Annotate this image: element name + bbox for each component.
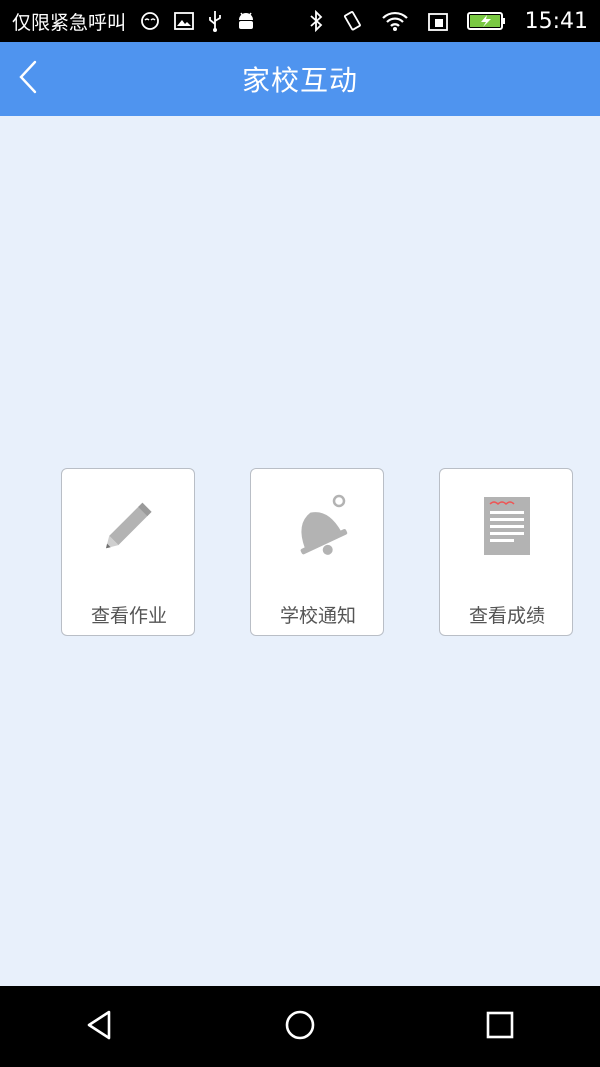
bluetooth-icon (309, 10, 323, 32)
android-icon (236, 10, 256, 32)
function-tiles: 查看作业 学校通知 查看成绩 (61, 468, 573, 636)
home-circle-icon (283, 1008, 317, 1046)
battery-charging-icon (466, 10, 507, 32)
vibrate-icon (341, 10, 363, 32)
back-button[interactable] (0, 42, 56, 116)
clock: 15:41 (524, 8, 588, 34)
status-left: 仅限紧急呼叫 (12, 8, 309, 35)
page-title: 家校互动 (241, 64, 358, 97)
nav-home-button[interactable] (260, 986, 340, 1067)
homework-tile[interactable]: 查看作业 (61, 468, 195, 636)
report-icon (440, 491, 574, 561)
notice-label: 学校通知 (279, 605, 356, 627)
homework-label: 查看作业 (90, 605, 167, 627)
notice-tile[interactable]: 学校通知 (250, 468, 384, 636)
grades-tile[interactable]: 查看成绩 (439, 468, 573, 636)
nav-back-button[interactable] (60, 986, 140, 1067)
bell-icon (251, 491, 385, 561)
status-bar: 仅限紧急呼叫 15:41 (0, 0, 600, 42)
wifi-icon (381, 10, 409, 32)
carrier-label: 仅限紧急呼叫 (12, 11, 127, 34)
sim-icon (427, 10, 449, 32)
image-icon (174, 12, 194, 30)
main-content: 查看作业 学校通知 查看成绩 (0, 116, 600, 986)
nav-recents-button[interactable] (460, 986, 540, 1067)
back-triangle-icon (83, 1008, 117, 1046)
grades-label: 查看成绩 (468, 605, 545, 627)
usb-icon (208, 10, 222, 32)
status-right: 15:41 (309, 9, 588, 34)
navigation-bar (0, 986, 600, 1067)
chevron-left-icon (17, 59, 39, 99)
recents-square-icon (483, 1008, 517, 1046)
mask-icon (140, 11, 160, 31)
pencil-icon (62, 491, 196, 561)
title-bar: 家校互动 (0, 42, 600, 116)
